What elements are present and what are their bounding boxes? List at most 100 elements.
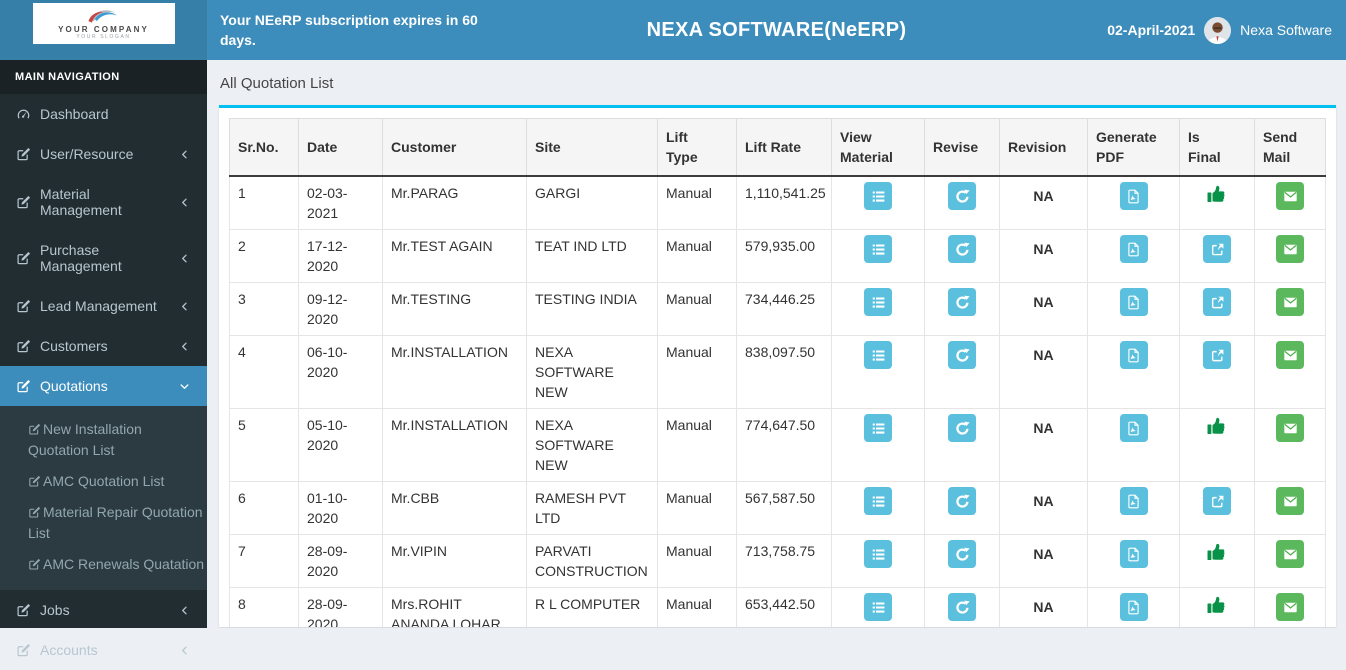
cell-send-mail: [1254, 282, 1326, 336]
generate-pdf-button[interactable]: [1119, 182, 1148, 210]
chevron-down-icon: [176, 381, 192, 392]
cell-revise: [924, 534, 1000, 588]
table-header-row: Sr.No. Date Customer Site Lift Type Lift Rate…: [229, 118, 1326, 177]
cell-site: NEXA SOFTWARE NEW: [526, 335, 658, 409]
revise-button[interactable]: [948, 341, 976, 369]
cell-generate-pdf: [1087, 282, 1180, 336]
view-material-button[interactable]: [864, 182, 892, 210]
view-material-button[interactable]: [864, 341, 892, 369]
chevron-left-icon: [176, 149, 192, 160]
logo[interactable]: YOUR COMPANY YOUR SLOGAN: [0, 0, 207, 60]
sidebar-item-label: User/Resource: [40, 146, 134, 162]
logo-company-text: YOUR COMPANY: [58, 25, 149, 34]
send-mail-button[interactable]: [1276, 540, 1304, 568]
cell-send-mail: [1254, 229, 1326, 283]
cell-is-final: [1179, 481, 1255, 535]
revise-button[interactable]: [948, 235, 976, 263]
make-final-button[interactable]: [1203, 341, 1231, 369]
cell-revision: NA: [999, 534, 1088, 588]
cell-generate-pdf: [1087, 408, 1180, 482]
sidebar-item-user-resource[interactable]: User/Resource: [0, 134, 207, 174]
sidebar-item-jobs[interactable]: Jobs: [0, 590, 207, 630]
logo-swirl-icon: [81, 7, 127, 24]
cell-customer: Mr.TESTING: [382, 282, 527, 336]
view-material-button[interactable]: [864, 540, 892, 568]
sidebar-item-label: Lead Management: [40, 298, 157, 314]
edit-icon: [28, 423, 41, 436]
generate-pdf-button[interactable]: [1119, 288, 1148, 316]
table-row: 6 01-10-2020 Mr.CBB RAMESH PVT LTD Manual 567…: [229, 481, 1326, 535]
cell-lift-type: Manual: [657, 335, 737, 409]
send-mail-button[interactable]: [1276, 593, 1304, 621]
sidebar-subitem-amc-quotation-list[interactable]: AMC Quotation List: [0, 466, 207, 497]
view-material-button[interactable]: [864, 235, 892, 263]
sidebar-subitem-material-repair-quotation-list[interactable]: Material Repair Quotation List: [0, 497, 207, 549]
revise-button[interactable]: [948, 288, 976, 316]
view-material-button[interactable]: [864, 593, 892, 621]
send-mail-button[interactable]: [1276, 288, 1304, 316]
quotation-list-panel: Sr.No. Date Customer Site Lift Type Lift Rate…: [219, 105, 1336, 627]
generate-pdf-button[interactable]: [1119, 540, 1148, 568]
send-mail-button[interactable]: [1276, 182, 1304, 210]
envelope-icon: [1283, 421, 1298, 436]
col-header-revise: Revise: [924, 118, 1000, 177]
view-material-button[interactable]: [864, 414, 892, 442]
cell-view-material: [831, 175, 925, 230]
cell-revision: NA: [999, 229, 1088, 283]
view-material-button[interactable]: [864, 487, 892, 515]
cell-send-mail: [1254, 335, 1326, 409]
sidebar-item-accounts[interactable]: Accounts: [0, 630, 207, 670]
edit-icon: [28, 506, 41, 519]
na-label: NA: [1033, 599, 1054, 615]
generate-pdf-button[interactable]: [1119, 341, 1148, 369]
na-label: NA: [1033, 241, 1054, 257]
send-mail-button[interactable]: [1276, 235, 1304, 263]
logo-box: YOUR COMPANY YOUR SLOGAN: [32, 3, 175, 44]
pdf-icon: [1126, 242, 1141, 257]
user-name[interactable]: Nexa Software: [1240, 22, 1332, 38]
sidebar-subitem-new-installation-quotation-list[interactable]: New Installation Quotation List: [0, 414, 207, 466]
make-final-button[interactable]: [1203, 288, 1231, 316]
revise-button[interactable]: [948, 593, 976, 621]
cell-date: 06-10-2020: [298, 335, 383, 409]
send-mail-button[interactable]: [1276, 487, 1304, 515]
cell-customer: Mr.INSTALLATION: [382, 408, 527, 482]
sidebar-item-dashboard[interactable]: Dashboard: [0, 94, 207, 134]
cell-customer: Mrs.ROHIT ANANDA LOHAR: [382, 587, 527, 627]
revise-button[interactable]: [948, 540, 976, 568]
sidebar-item-quotations[interactable]: Quotations: [0, 366, 207, 406]
cell-lift-type: Manual: [657, 587, 737, 627]
cell-date: 01-10-2020: [298, 481, 383, 535]
generate-pdf-button[interactable]: [1119, 593, 1148, 621]
refresh-icon: [955, 295, 970, 310]
cell-lift-type: Manual: [657, 229, 737, 283]
refresh-icon: [955, 600, 970, 615]
revise-button[interactable]: [948, 487, 976, 515]
view-material-button[interactable]: [864, 288, 892, 316]
edit-icon: [15, 147, 31, 162]
generate-pdf-button[interactable]: [1119, 487, 1148, 515]
cell-revise: [924, 282, 1000, 336]
cell-generate-pdf: [1087, 587, 1180, 627]
make-final-button[interactable]: [1203, 487, 1231, 515]
sidebar-item-material-management[interactable]: Material Management: [0, 174, 207, 230]
cell-sr: 8: [229, 587, 299, 627]
sidebar-item-customers[interactable]: Customers: [0, 326, 207, 366]
pdf-icon: [1126, 295, 1141, 310]
envelope-icon: [1283, 348, 1298, 363]
user-avatar[interactable]: [1204, 16, 1232, 44]
cell-view-material: [831, 408, 925, 482]
cell-view-material: [831, 481, 925, 535]
share-icon: [1210, 242, 1225, 257]
make-final-button[interactable]: [1203, 235, 1231, 263]
sidebar-item-lead-management[interactable]: Lead Management: [0, 286, 207, 326]
generate-pdf-button[interactable]: [1119, 235, 1148, 263]
revise-button[interactable]: [948, 182, 976, 210]
revise-button[interactable]: [948, 414, 976, 442]
sidebar-item-purchase-management[interactable]: Purchase Management: [0, 230, 207, 286]
sidebar-subitem-amc-renewals-quatation-list[interactable]: AMC Renewals Quatation List: [0, 549, 207, 580]
send-mail-button[interactable]: [1276, 414, 1304, 442]
send-mail-button[interactable]: [1276, 341, 1304, 369]
envelope-icon: [1283, 189, 1298, 204]
generate-pdf-button[interactable]: [1119, 414, 1148, 442]
